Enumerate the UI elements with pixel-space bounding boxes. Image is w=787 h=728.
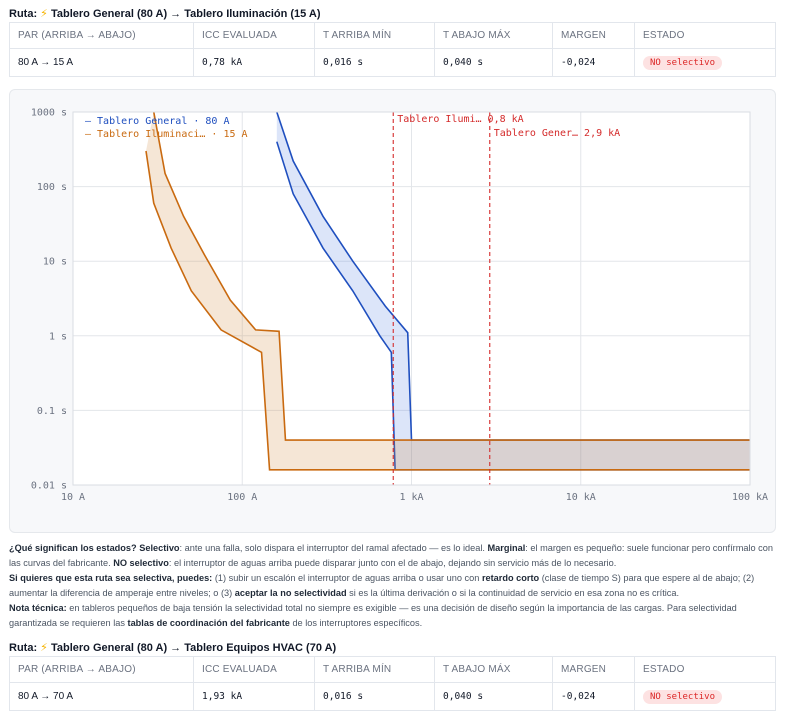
cell-status: NO selectivo bbox=[635, 683, 776, 711]
col-t-down: T ABAJO MÁX bbox=[434, 656, 553, 683]
cell-icc: 1,93 kA bbox=[193, 682, 315, 711]
term-marginal: Marginal bbox=[487, 543, 526, 553]
x-tick-label: 10 kA bbox=[566, 492, 596, 503]
cell-margin: -0,024 bbox=[552, 682, 635, 711]
term-tablas: tablas de coordinación del fabricante bbox=[127, 618, 290, 629]
col-status: ESTADO bbox=[634, 22, 776, 49]
y-tick-label: 0.01 s bbox=[31, 481, 67, 492]
cell-t-up: 0,016 s bbox=[314, 48, 435, 77]
term-selectivo: Selectivo bbox=[139, 543, 180, 553]
x-tick-label: 100 A bbox=[227, 492, 257, 503]
x-tick-label: 1 kA bbox=[399, 492, 423, 503]
route-prefix: Ruta: bbox=[9, 642, 38, 654]
cell-t-down: 0,040 s bbox=[434, 48, 553, 77]
fault-current-label: Tablero Ilumi… 0,8 kA bbox=[397, 114, 523, 125]
cell-icc: 0,78 kA bbox=[193, 48, 315, 77]
route-title-2: Ruta: ⚡ Tablero General (80 A) → Tablero… bbox=[9, 641, 336, 654]
note-heading: Nota técnica: bbox=[9, 603, 67, 613]
term-aceptar: aceptar la no selectividad bbox=[234, 588, 347, 599]
status-badge: NO selectivo bbox=[643, 689, 723, 704]
y-tick-label: 1 s bbox=[49, 331, 67, 342]
col-pair: PAR (ARRIBA → ABAJO) bbox=[9, 656, 194, 683]
note-text: de los interruptores específicos. bbox=[292, 618, 423, 629]
x-tick-label: 10 A bbox=[61, 492, 85, 503]
legend-entry: — Tablero General · 80 A bbox=[85, 116, 230, 127]
bolt-icon: ⚡ bbox=[40, 8, 48, 20]
col-status: ESTADO bbox=[634, 656, 776, 683]
cell-t-up: 0,016 s bbox=[314, 682, 435, 711]
legend-entry: — Tablero Iluminaci… · 15 A bbox=[85, 129, 248, 140]
term-retardo-corto: retardo corto bbox=[481, 573, 540, 583]
states-explanation: ¿Qué significan los estados? Selectivo: … bbox=[9, 541, 779, 571]
selectivity-table-2: PAR (ARRIBA → ABAJO) ICC EVALUADA T ARRI… bbox=[9, 656, 776, 711]
y-tick-label: 0.1 s bbox=[37, 406, 67, 417]
table-row: 80 A → 15 A 0,78 kA 0,016 s 0,040 s -0,0… bbox=[9, 48, 776, 77]
cell-status: NO selectivo bbox=[635, 49, 776, 77]
note-text: : el interruptor de aguas arriba puede d… bbox=[168, 558, 617, 569]
cell-t-down: 0,040 s bbox=[434, 682, 553, 711]
cell-pair: 80 A → 15 A bbox=[9, 48, 194, 77]
x-tick-label: 100 kA bbox=[732, 492, 768, 503]
bolt-icon: ⚡ bbox=[40, 642, 48, 654]
col-t-up: T ARRIBA MÍN bbox=[314, 656, 435, 683]
fault-current-label: Tablero Gener… 2,9 kA bbox=[494, 128, 620, 139]
col-t-down: T ABAJO MÁX bbox=[434, 22, 553, 49]
selectivity-suggestions: Si quieres que esta ruta sea selectiva, … bbox=[9, 571, 779, 601]
selectivity-table-1: PAR (ARRIBA → ABAJO) ICC EVALUADA T ARRI… bbox=[9, 22, 776, 77]
note-heading: ¿Qué significan los estados? bbox=[9, 543, 137, 553]
status-badge: NO selectivo bbox=[643, 55, 723, 70]
route-title-1: Ruta: ⚡ Tablero General (80 A) → Tablero… bbox=[9, 7, 321, 20]
cell-pair: 80 A → 70 A bbox=[9, 682, 194, 711]
y-tick-label: 1000 s bbox=[31, 108, 67, 119]
note-text: (1) subir un escalón el interruptor de a… bbox=[214, 573, 480, 583]
note-text: : ante una falla, solo dispara el interr… bbox=[179, 543, 485, 553]
route-text: Tablero General (80 A) → Tablero Equipos… bbox=[50, 642, 337, 654]
technical-note: Nota técnica: en tableros pequeños de ba… bbox=[9, 601, 779, 631]
tcc-chart-card: 10 A 100 A 1 kA 10 kA 100 kA 1000 s 100 s 10 s 1… bbox=[9, 89, 776, 533]
cell-margin: -0,024 bbox=[552, 48, 635, 77]
col-icc: ICC EVALUADA bbox=[193, 22, 315, 49]
term-no-selectivo: NO selectivo bbox=[113, 558, 169, 569]
note-heading: Si quieres que esta ruta sea selectiva, … bbox=[9, 573, 213, 583]
table-row: 80 A → 70 A 1,93 kA 0,016 s 0,040 s -0,0… bbox=[9, 682, 776, 711]
col-margin: MARGEN bbox=[552, 22, 635, 49]
y-tick-label: 100 s bbox=[37, 182, 67, 193]
y-tick-label: 10 s bbox=[43, 257, 67, 268]
tcc-chart: 10 A 100 A 1 kA 10 kA 100 kA 1000 s 100 s 10 s 1… bbox=[31, 108, 768, 504]
route-text: Tablero General (80 A) → Tablero Ilumina… bbox=[50, 8, 321, 20]
col-margin: MARGEN bbox=[552, 656, 635, 683]
col-t-up: T ARRIBA MÍN bbox=[314, 22, 435, 49]
col-icc: ICC EVALUADA bbox=[193, 656, 315, 683]
note-text: si es la última derivación o si la conti… bbox=[349, 588, 680, 599]
col-pair: PAR (ARRIBA → ABAJO) bbox=[9, 22, 194, 49]
route-prefix: Ruta: bbox=[9, 8, 38, 20]
